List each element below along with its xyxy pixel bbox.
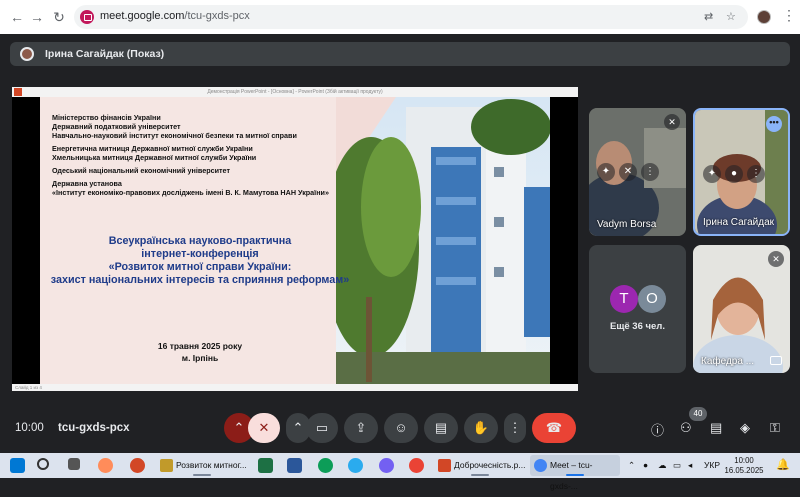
excel-icon[interactable]	[258, 458, 273, 473]
url-text: meet.google.com/tcu-gxds-pcx	[100, 10, 250, 22]
mic-icon[interactable]: ●	[725, 165, 743, 183]
pdf-icon	[438, 459, 451, 472]
mic-off-button[interactable]: ✕	[248, 413, 280, 443]
mic-icon[interactable]: ●	[643, 460, 648, 470]
captions-button[interactable]: ▤	[424, 413, 458, 443]
powerpoint-icon[interactable]	[130, 458, 145, 473]
address-bar[interactable]: meet.google.com/tcu-gxds-pcx ⇄ ☆	[74, 5, 748, 29]
meet-favicon-icon	[80, 10, 94, 24]
powerpoint-title-bar: Демонстрація PowerPoint - [Основна] - Po…	[12, 87, 578, 97]
participant-name: Ірина Сагайдак	[703, 217, 775, 228]
taskbar-app-meet[interactable]: Meet – tcu-gxds-...	[530, 455, 620, 491]
participant-name: Vadym Borsa	[597, 219, 657, 230]
more-options-icon[interactable]: ⋮	[641, 163, 659, 181]
viber-icon[interactable]	[379, 458, 394, 473]
show-hidden-icons-icon[interactable]: ⌃	[628, 460, 635, 471]
pin-icon[interactable]: ✦	[597, 163, 615, 181]
tile-hover-controls: ✦ ● ⋮	[703, 165, 765, 183]
participant-name: Кафедра ...	[701, 356, 755, 367]
screen-icon	[770, 356, 782, 365]
search-icon[interactable]	[37, 458, 49, 470]
slide-title: Всеукраїнська науково-практична інтернет…	[50, 235, 350, 286]
avatar: O	[638, 285, 666, 313]
system-clock[interactable]: 10:00 16.05.2025	[718, 456, 770, 476]
word-icon[interactable]	[287, 458, 302, 473]
tile-hover-controls: ✦ ✕ ⋮	[597, 163, 659, 181]
chat-icon[interactable]: ▤	[710, 420, 722, 436]
pin-icon[interactable]: ✦	[703, 165, 721, 183]
back-arrow-icon[interactable]: ←	[8, 8, 26, 26]
raise-hand-button[interactable]: ✋	[464, 413, 498, 443]
meeting-clock: 10:00	[15, 422, 44, 434]
meeting-info-icon[interactable]: ⓘ	[651, 420, 664, 439]
muted-mic-icon: ✕	[664, 114, 680, 130]
presenter-avatar	[20, 47, 34, 61]
profile-avatar[interactable]	[757, 10, 771, 24]
people-icon[interactable]: ⚇	[680, 420, 692, 436]
chrome-icon	[534, 459, 547, 472]
more-options-button[interactable]: ⋮	[504, 413, 526, 443]
leave-call-button[interactable]: ☎	[532, 413, 576, 443]
browser-toolbar: ← → ↻ meet.google.com/tcu-gxds-pcx ⇄ ☆ ⋮	[0, 0, 800, 34]
participants-count-badge: 40	[689, 407, 707, 421]
powerpoint-status-bar: Слайд 1 из 4	[12, 384, 578, 391]
battery-icon: ▭	[673, 460, 682, 470]
mute-icon[interactable]: ✕	[619, 163, 637, 181]
chrome-icon[interactable]	[409, 458, 424, 473]
host-controls-icon[interactable]: ⚿	[770, 420, 780, 436]
windows-taskbar: Розвиток митног... Доброчесність.р... Me…	[0, 453, 800, 491]
presentation-stage: Демонстрація PowerPoint - [Основна] - Po…	[12, 87, 578, 391]
avatar: T	[610, 285, 638, 313]
slide-date: 16 травня 2025 року м. Ірпінь	[157, 341, 243, 363]
folder-icon	[160, 459, 173, 472]
powerpoint-icon	[14, 88, 22, 96]
emoji-button[interactable]: ☺	[384, 413, 418, 443]
more-options-icon[interactable]: ⋮	[747, 165, 765, 183]
more-participants-tile[interactable]: T O Ещё 36 чел.	[589, 245, 686, 373]
participant-tile-vadym[interactable]: ✕ ✦ ✕ ⋮ Vadym Borsa	[589, 108, 686, 236]
muted-mic-icon: ✕	[768, 251, 784, 267]
task-view-icon[interactable]	[68, 458, 80, 470]
browser-menu-icon[interactable]: ⋮	[782, 7, 796, 24]
forward-arrow-icon[interactable]: →	[28, 8, 46, 26]
volume-icon[interactable]: ◂	[688, 460, 692, 471]
more-participants-label: Ещё 36 чел.	[610, 321, 665, 332]
activities-icon[interactable]: ◈	[740, 420, 750, 436]
translate-icon[interactable]: ⇄	[704, 10, 713, 23]
edge-icon[interactable]	[318, 458, 333, 473]
copilot-icon[interactable]	[98, 458, 113, 473]
windows-start-icon[interactable]	[10, 458, 25, 473]
taskbar-app-pdf[interactable]: Доброчесність.р...	[434, 455, 526, 476]
slide-organizations: Міністерство фінансів України Державний п…	[52, 113, 329, 197]
cloud-icon[interactable]: ☁	[658, 460, 667, 471]
present-screen-button[interactable]: ⇪	[344, 413, 378, 443]
camera-button[interactable]: ▭	[306, 413, 338, 443]
reload-icon[interactable]: ↻	[50, 8, 68, 26]
more-options-icon[interactable]: •••	[766, 116, 782, 132]
bookmark-star-icon[interactable]: ☆	[726, 10, 736, 23]
participant-tile-kafedra[interactable]: ✕ Кафедра ...	[693, 245, 790, 373]
meeting-code: tcu-gxds-pcx	[58, 422, 130, 434]
presenter-bar: Ірина Сагайдак (Показ)	[10, 42, 790, 66]
notifications-icon[interactable]: 🔔	[776, 458, 790, 471]
telegram-icon[interactable]	[348, 458, 363, 473]
participant-tile-iryna[interactable]: ••• ✦ ● ⋮ Ірина Сагайдак	[693, 108, 790, 236]
presenter-name: Ірина Сагайдак (Показ)	[45, 48, 165, 60]
meeting-control-bar: 10:00 tcu-gxds-pcx ⌃ ✕ ⌃ ▭ ⇪ ☺ ▤ ✋ ⋮ ☎ ⓘ…	[0, 405, 800, 450]
taskbar-app-folder[interactable]: Розвиток митног...	[156, 455, 248, 476]
slide: Міністерство фінансів України Державний п…	[40, 97, 550, 384]
